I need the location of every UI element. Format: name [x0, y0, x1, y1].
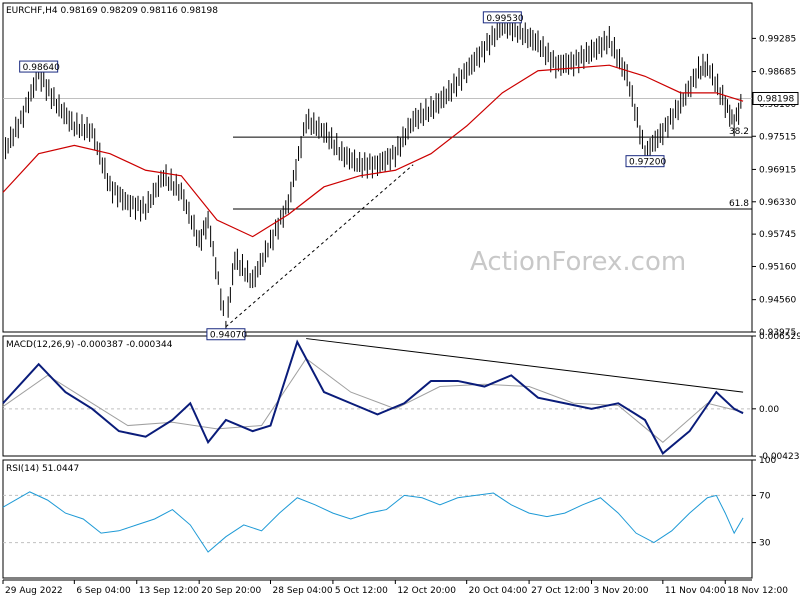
x-tick-label: 20 Sep 20:00: [201, 586, 261, 596]
rsi-axis: 100 70 30: [752, 456, 776, 549]
rsi-tick-label: 30: [759, 539, 771, 549]
x-tick-label: 29 Aug 2022: [5, 586, 63, 596]
price-tick-label: 0.95745: [759, 230, 796, 240]
x-tick-label: 20 Oct 04:00: [469, 586, 528, 596]
macd-axis: 0.0065290.00-0.004233: [752, 332, 800, 462]
fib-level-label: 38.2: [729, 127, 749, 137]
price-tick-label: 0.98685: [759, 68, 796, 78]
price-header: EURCHF,H4 0.98169 0.98209 0.98116 0.9819…: [6, 6, 218, 16]
fib-level-label: 61.8: [729, 199, 749, 209]
macd-panel-frame: [2, 335, 753, 457]
x-tick-label: 11 Nov 04:00: [665, 586, 726, 596]
x-tick-label: 5 Oct 12:00: [335, 586, 388, 596]
price-annotation-label: 0.98640: [23, 63, 60, 73]
price-annotation-label: 0.97200: [629, 158, 666, 168]
price-annotation-label: 0.99530: [486, 14, 523, 24]
current-price-label: 0.98198: [757, 94, 794, 104]
macd-tick-label: 0.006529: [759, 332, 800, 342]
price-tick-label: 0.95160: [759, 262, 796, 272]
price-annotation-label: 0.94070: [210, 331, 247, 341]
x-tick-label: 28 Sep 04:00: [273, 586, 333, 596]
price-tick-label: 0.96330: [759, 198, 796, 208]
rsi-header: RSI(14) 51.0447: [6, 464, 79, 474]
rsi-panel-frame: [2, 459, 753, 579]
price-axis: 0.992850.986850.981000.975150.969150.963…: [752, 34, 796, 338]
price-tick-label: 0.99285: [759, 34, 796, 44]
watermark: ActionForex.com: [470, 247, 686, 277]
x-tick-label: 12 Oct 20:00: [397, 586, 456, 596]
x-tick-label: 18 Nov 12:00: [727, 586, 788, 596]
price-tick-label: 0.94560: [759, 296, 796, 306]
x-tick-label: 3 Nov 20:00: [594, 586, 649, 596]
rsi-tick-label: 100: [759, 456, 776, 466]
x-tick-label: 6 Sep 04:00: [76, 586, 131, 596]
price-tick-label: 0.97515: [759, 132, 796, 142]
x-tick-label: 27 Oct 12:00: [531, 586, 590, 596]
macd-tick-label: 0.00: [759, 405, 779, 415]
eurchf-chart: ActionForex.com0.992850.986850.981000.97…: [2, 2, 800, 596]
x-axis: 29 Aug 2022 6 Sep 04:00 13 Sep 12:00 20 Sep…: [2, 580, 788, 596]
rsi-tick-label: 70: [759, 491, 771, 501]
price-tick-label: 0.96915: [759, 165, 796, 175]
macd-header: MACD(12,26,9) -0.000387 -0.000344: [6, 340, 173, 350]
x-tick-label: 13 Sep 12:00: [139, 586, 199, 596]
